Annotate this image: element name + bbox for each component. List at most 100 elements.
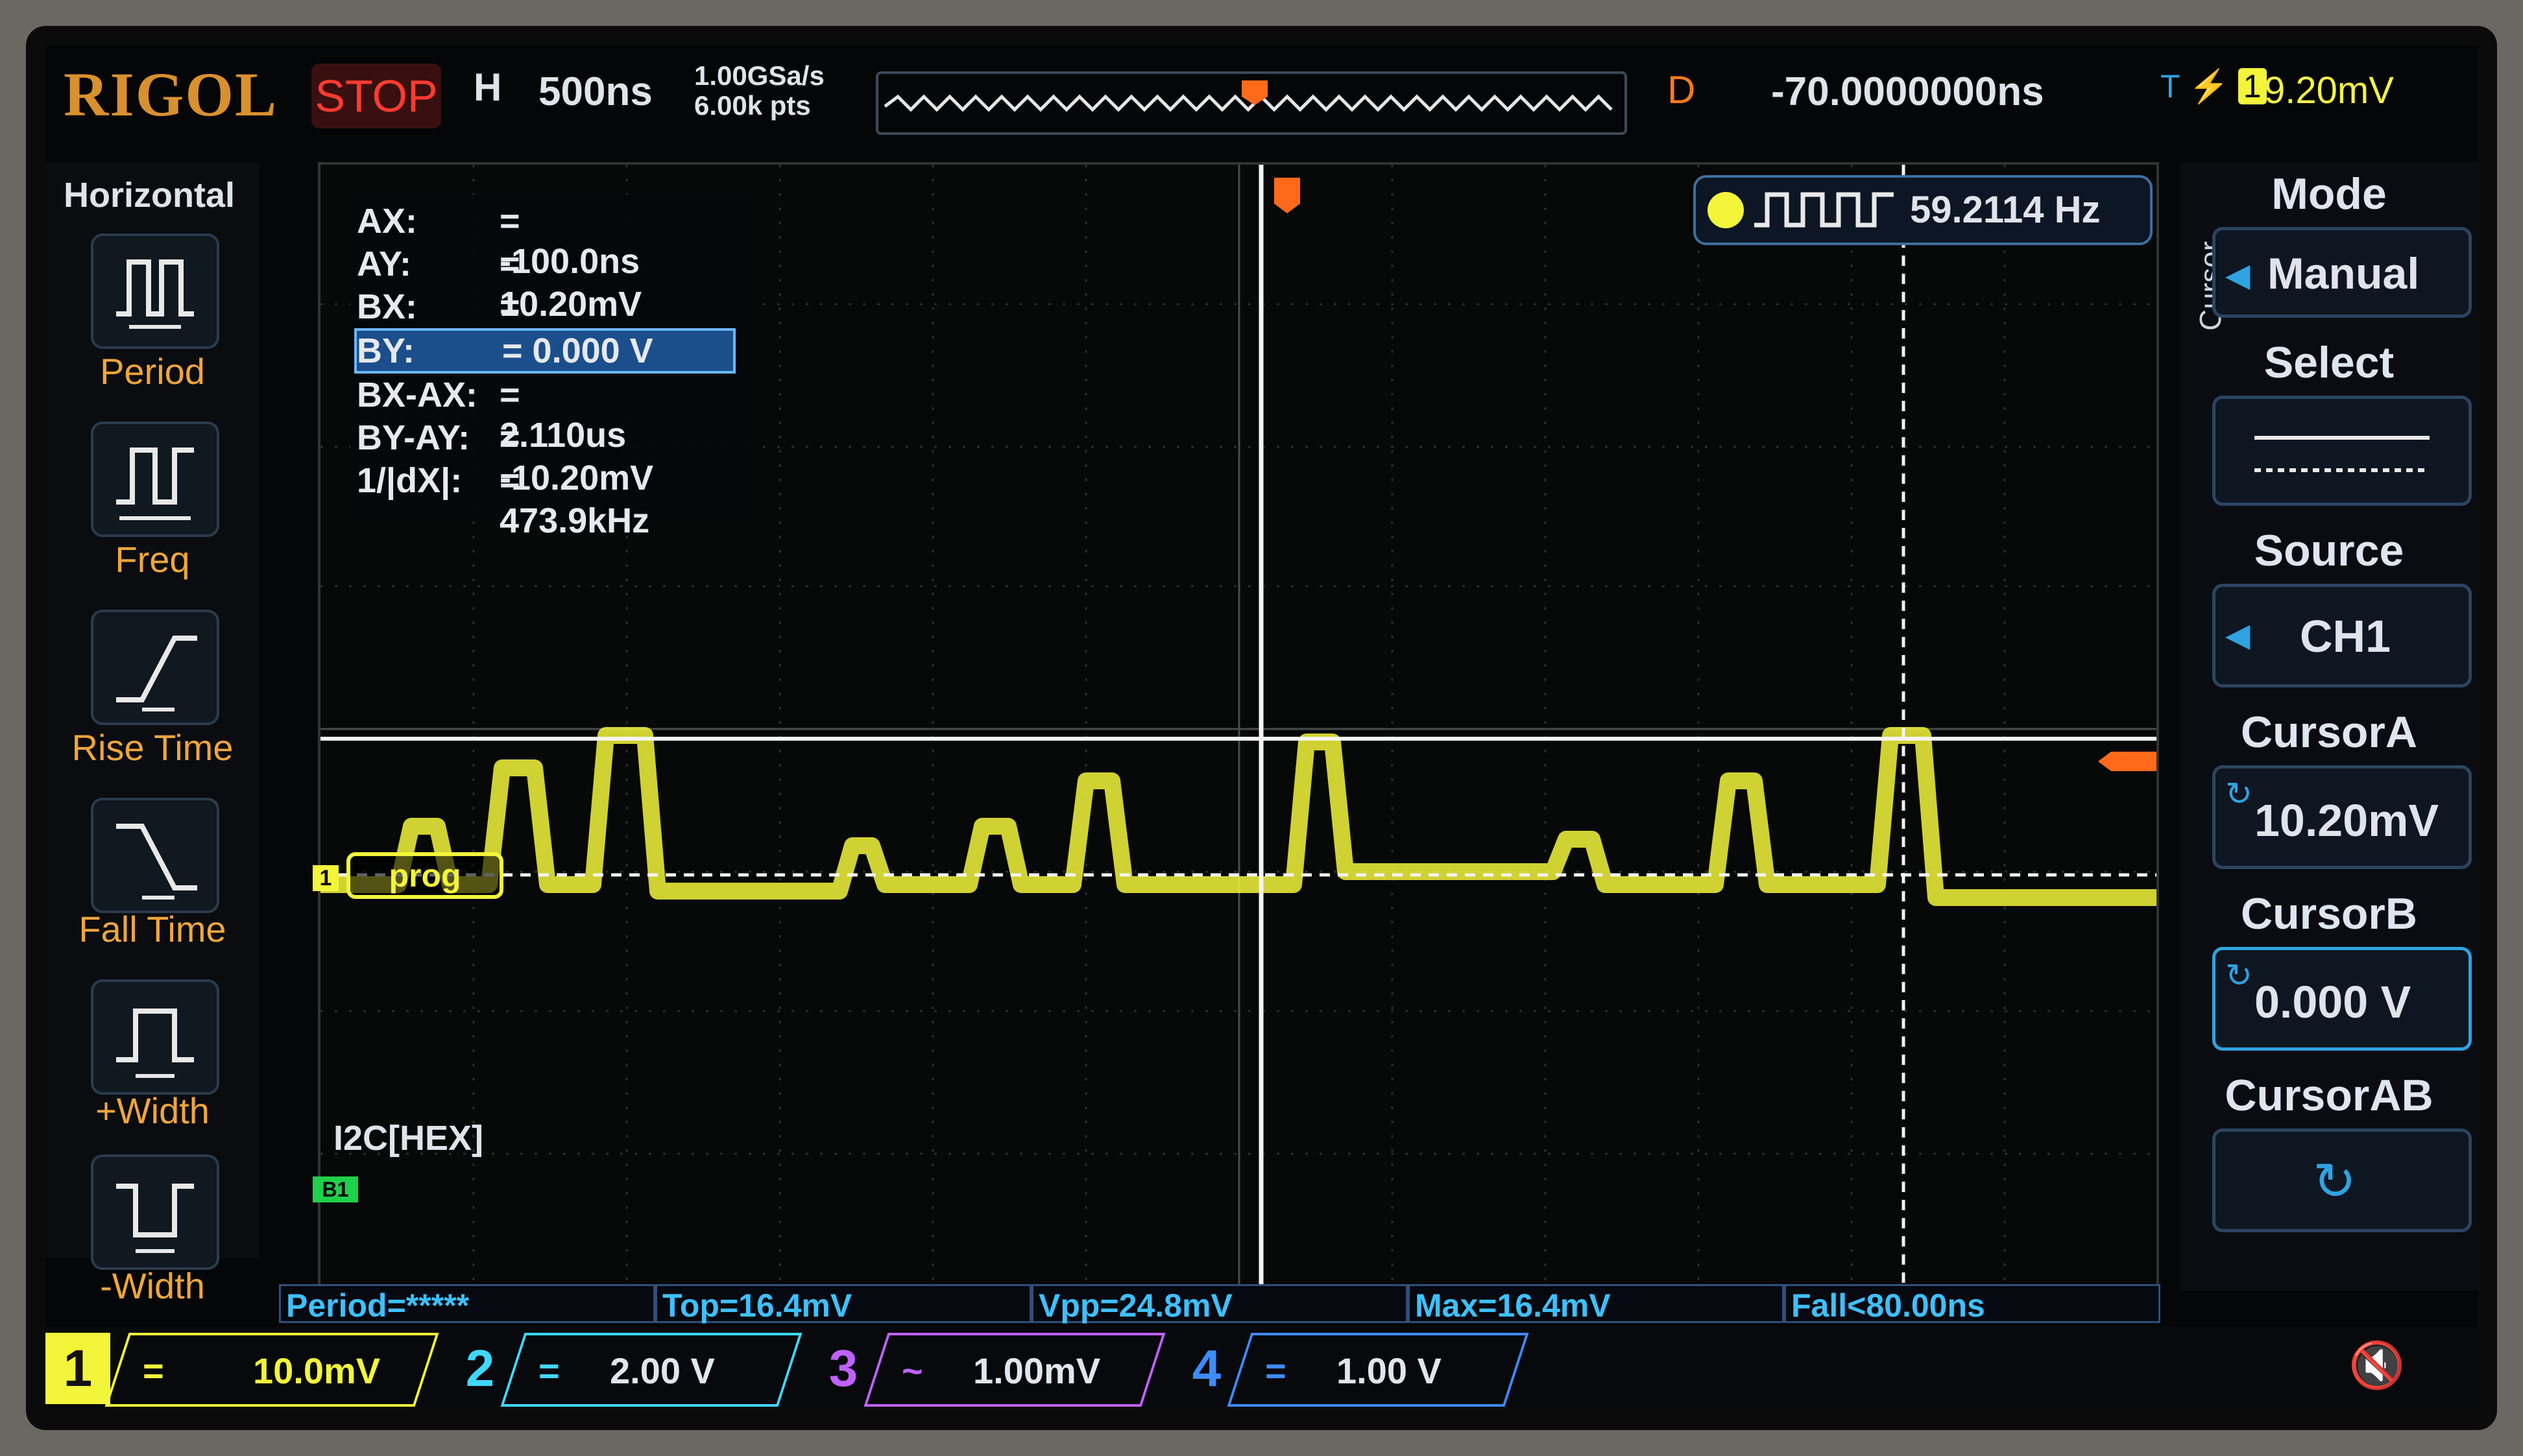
speaker-muted-icon[interactable]: 🔇 — [2348, 1339, 2405, 1392]
channel-4-number: 4 — [1192, 1339, 1222, 1397]
select-label: Select — [2263, 338, 2395, 387]
horizontal-menu-title: Horizontal — [64, 176, 235, 215]
trigger-source-icon: 1 — [2238, 68, 2267, 104]
channel-3[interactable]: 3 ~ 1.00mV — [811, 1333, 1174, 1407]
trigger-level-marker-icon — [2098, 752, 2156, 771]
knob-rotate-icon: ↻ — [2225, 776, 2252, 812]
source-selector[interactable]: ◀ CH1 — [2212, 584, 2472, 687]
measurement-top[interactable]: Top=16.4mV — [655, 1284, 1032, 1324]
horizontal-label: H — [474, 66, 502, 109]
cursor-row-ay: AY: = 10.20mV — [357, 245, 642, 324]
fall-time-button[interactable] — [91, 798, 219, 913]
trigger-level[interactable]: 9.20mV — [2264, 69, 2394, 112]
source-label: Source — [2254, 526, 2404, 575]
freq-button[interactable] — [91, 422, 219, 537]
channel-2[interactable]: 2 = 2.00 V — [448, 1333, 811, 1407]
cursor-row-ax: AX: = -100.0ns — [357, 202, 640, 281]
positive-width-button[interactable] — [91, 979, 219, 1095]
channel-4-coupling: = — [1265, 1350, 1286, 1391]
timebase-value[interactable]: 500ns — [538, 69, 653, 115]
cursor-row-by: BY: = 0.000 V — [354, 328, 736, 374]
measurement-fall[interactable]: Fall<80.00ns — [1784, 1284, 2160, 1324]
left-arrow-icon: ◀ — [2225, 257, 2251, 293]
cursor-a-control[interactable]: ↻ 10.20mV — [2212, 765, 2472, 869]
cursor-row-inverse-dx: 1/|dX|: = 473.9kHz — [357, 461, 650, 540]
negative-width-label: -Width — [100, 1265, 205, 1306]
freq-icon — [116, 448, 194, 520]
square-wave-icon — [1754, 192, 1894, 228]
memory-overview — [876, 71, 1627, 135]
top-status-bar: RIGOL STOP H 500ns 1.00GSa/s 6.00k pts D… — [45, 45, 2478, 162]
bus-marker[interactable]: B1 — [313, 1176, 358, 1202]
trigger-time-marker-icon — [1274, 178, 1300, 213]
cursor-row-bx: BX: = 2.010us — [357, 287, 628, 366]
cursor-a-value: 10.20mV — [2254, 795, 2439, 846]
fall-time-label: Fall Time — [78, 909, 226, 949]
period-button[interactable] — [91, 233, 219, 349]
oscilloscope-screen: RIGOL STOP H 500ns 1.00GSa/s 6.00k pts D… — [45, 45, 2478, 1407]
measurement-max[interactable]: Max=16.4mV — [1408, 1284, 1784, 1324]
cursor-lines-icon — [2254, 436, 2430, 472]
trigger-type-label: T — [2160, 68, 2180, 104]
measurement-bar: Period=***** Top=16.4mV Vpp=24.8mV Max=1… — [279, 1284, 2199, 1326]
period-icon — [116, 259, 194, 329]
delay-label: D — [1667, 68, 1696, 112]
trigger-label: T ⚡ 1 — [2160, 67, 2267, 106]
cursor-row-by-ay: BY-AY: = -10.20mV — [357, 418, 654, 497]
measurement-vpp[interactable]: Vpp=24.8mV — [1032, 1284, 1408, 1324]
acquisition-info: 1.00GSa/s 6.00k pts — [694, 61, 825, 121]
channel-bar: 1 = 10.0mV 2 = 2.00 V 3 ~ 1.00mV 4 = 1.0… — [45, 1326, 2478, 1407]
rise-time-label: Rise Time — [71, 727, 234, 768]
knob-rotate-icon: ↻ — [2313, 1152, 2357, 1210]
channel-1-number: 1 — [45, 1333, 110, 1404]
counter-source-icon — [1708, 192, 1744, 228]
cursor-ab-control[interactable]: ↻ — [2212, 1128, 2472, 1232]
select-button[interactable] — [2212, 396, 2472, 506]
channel-4[interactable]: 4 = 1.00 V — [1174, 1333, 1538, 1407]
left-arrow-icon: ◀ — [2225, 617, 2251, 653]
channel-3-coupling: ~ — [902, 1350, 923, 1391]
cursor-readout: AX: = -100.0ns AY: = 10.20mV BX: = 2.010… — [350, 195, 753, 540]
cursor-b-control[interactable]: ↻ 0.000 V — [2212, 947, 2472, 1051]
cursor-menu: Cursor Mode ◀ Manual Select Source ◀ CH1… — [2180, 162, 2478, 1291]
mode-selector[interactable]: ◀ Manual — [2212, 227, 2472, 318]
ch1-marker[interactable]: 1 — [313, 865, 339, 891]
fall-edge-icon — [116, 824, 197, 900]
frequency-value: 59.2114 Hz — [1910, 189, 2101, 231]
channel-1[interactable]: 1 = 10.0mV — [45, 1333, 439, 1407]
channel-2-scale: 2.00 V — [610, 1350, 715, 1391]
period-label: Period — [100, 351, 205, 392]
channel-2-number: 2 — [465, 1339, 495, 1397]
cursor-b-label: CursorB — [2240, 889, 2418, 938]
brand-logo: RIGOL — [64, 60, 278, 129]
channel-1-scale: 10.0mV — [253, 1350, 381, 1391]
run-stop-label: STOP — [315, 71, 438, 121]
frequency-counter[interactable]: 59.2114 Hz — [1693, 175, 2153, 245]
rise-edge-icon — [116, 636, 197, 711]
negative-pulse-icon — [116, 1184, 194, 1253]
run-stop-status[interactable]: STOP — [311, 64, 441, 128]
memory-waveform-icon — [884, 80, 1613, 112]
decode-label: I2C[HEX] — [333, 1119, 484, 1158]
channel-3-number: 3 — [828, 1339, 858, 1397]
positive-pulse-icon — [116, 1008, 194, 1078]
channel-1-coupling: = — [143, 1350, 164, 1391]
cursor-ab-label: CursorAB — [2225, 1071, 2433, 1120]
source-value: CH1 — [2300, 611, 2391, 662]
cursor-a-label: CursorA — [2240, 708, 2418, 757]
trigger-edge-icon: ⚡ — [2188, 68, 2229, 104]
channel-3-scale: 1.00mV — [973, 1350, 1101, 1391]
channel-2-coupling: = — [538, 1350, 560, 1391]
freq-label: Freq — [115, 539, 190, 580]
negative-width-button[interactable] — [91, 1154, 219, 1270]
channel-4-scale: 1.00 V — [1336, 1350, 1442, 1391]
measurement-period[interactable]: Period=***** — [279, 1284, 655, 1324]
knob-rotate-icon: ↻ — [2225, 957, 2252, 994]
cursor-b-value: 0.000 V — [2254, 977, 2411, 1027]
cursor-row-bx-ax: BX-AX: = 2.110us — [357, 376, 627, 455]
bus-label: prog — [346, 852, 503, 899]
mode-value: Manual — [2267, 249, 2420, 298]
positive-width-label: +Width — [95, 1090, 210, 1131]
rise-time-button[interactable] — [91, 610, 219, 725]
delay-value[interactable]: -70.0000000ns — [1771, 69, 2044, 115]
